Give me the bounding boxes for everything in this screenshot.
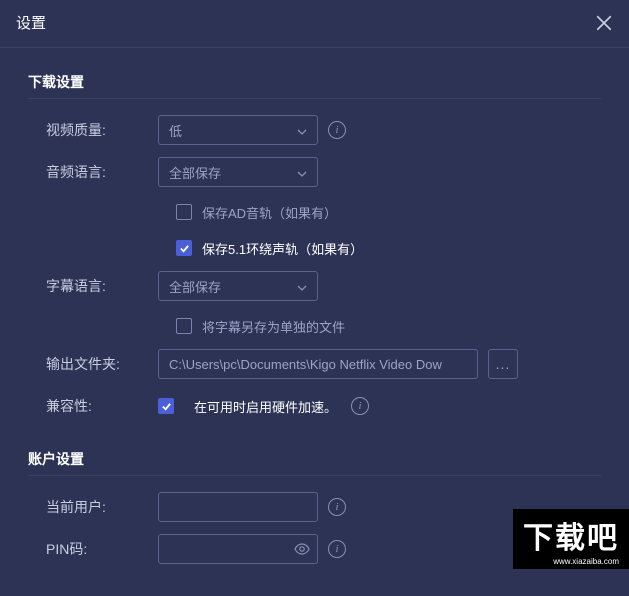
subtitle-language-select[interactable]: 全部保存 <box>158 271 318 301</box>
dialog-title: 设置 <box>16 12 46 33</box>
audio-language-select[interactable]: 全部保存 <box>158 157 318 187</box>
output-folder-input[interactable]: C:\Users\pc\Documents\Kigo Netflix Video… <box>158 349 478 379</box>
chevron-down-icon <box>297 165 307 180</box>
video-quality-value: 低 <box>169 121 182 140</box>
close-icon[interactable] <box>595 14 613 32</box>
hardware-accel-checkbox[interactable] <box>158 398 174 414</box>
hardware-accel-label: 在可用时启用硬件加速。 <box>194 397 337 416</box>
video-quality-select[interactable]: 低 <box>158 115 318 145</box>
subtitle-language-value: 全部保存 <box>169 277 221 296</box>
subtitle-separate-checkbox[interactable] <box>176 318 192 334</box>
save-ad-checkbox[interactable] <box>176 204 192 220</box>
subtitle-separate-label: 将字幕另存为单独的文件 <box>202 317 345 336</box>
compatibility-label: 兼容性: <box>28 396 158 416</box>
section-account-settings: 账户设置 <box>28 439 601 476</box>
output-folder-label: 输出文件夹: <box>28 354 158 374</box>
chevron-down-icon <box>297 123 307 138</box>
save-ad-label: 保存AD音轨（如果有） <box>202 203 337 222</box>
info-icon[interactable]: i <box>328 540 346 558</box>
eye-icon[interactable] <box>294 541 310 557</box>
browse-button[interactable]: ... <box>488 349 518 379</box>
subtitle-language-label: 字幕语言: <box>28 276 158 296</box>
pin-code-label: PIN码: <box>28 539 158 559</box>
save-51-checkbox[interactable] <box>176 240 192 256</box>
info-icon[interactable]: i <box>328 121 346 139</box>
audio-language-label: 音频语言: <box>28 162 158 182</box>
current-user-input[interactable] <box>158 492 318 522</box>
audio-language-value: 全部保存 <box>169 163 221 182</box>
info-icon[interactable]: i <box>351 397 369 415</box>
current-user-label: 当前用户: <box>28 497 158 517</box>
save-51-label: 保存5.1环绕声轨（如果有） <box>202 239 363 258</box>
chevron-down-icon <box>297 279 307 294</box>
video-quality-label: 视频质量: <box>28 120 158 140</box>
info-icon[interactable]: i <box>328 498 346 516</box>
section-download-settings: 下载设置 <box>28 62 601 99</box>
